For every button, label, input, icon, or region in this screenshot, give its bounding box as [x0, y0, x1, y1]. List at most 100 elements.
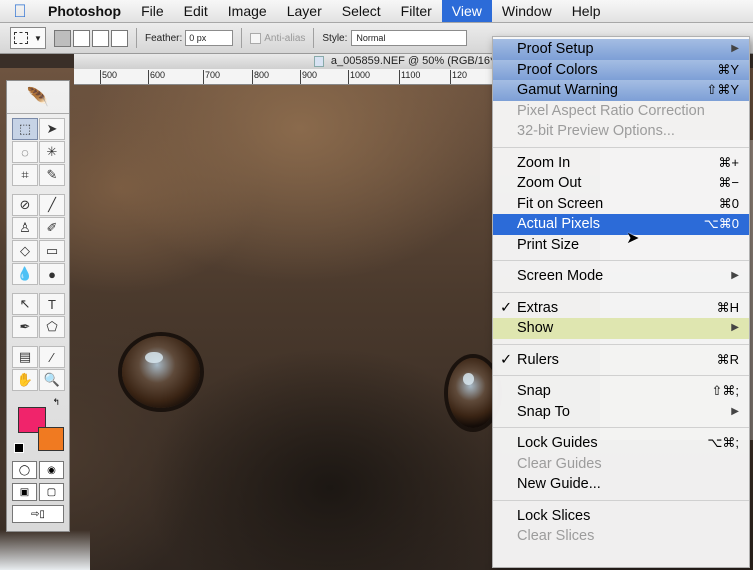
- healing-brush-tool-icon[interactable]: ⊘: [12, 194, 38, 216]
- move-tool-icon[interactable]: ➤: [39, 118, 65, 140]
- apple-menu-icon[interactable]: : [0, 0, 40, 22]
- menu-filter[interactable]: Filter: [391, 0, 442, 22]
- add-selection-button[interactable]: [73, 29, 90, 47]
- menu-view[interactable]: View: [441, 0, 492, 22]
- crop-tool-icon[interactable]: ⌗: [12, 164, 38, 186]
- menu-item-zoom-out[interactable]: Zoom Out ⌘−: [493, 173, 749, 194]
- clone-stamp-tool-icon[interactable]: ♙: [12, 217, 38, 239]
- antialias-label: Anti-alias: [264, 32, 306, 44]
- intersect-selection-button[interactable]: [111, 29, 128, 47]
- hand-tool-icon[interactable]: ✋: [12, 369, 38, 391]
- jump-to-imageready-icon[interactable]: ⇨▯: [12, 505, 64, 523]
- default-colors-icon[interactable]: [14, 443, 24, 453]
- menu-item-extras[interactable]: ✓ Extras ⌘H: [493, 298, 749, 319]
- menu-file[interactable]: File: [131, 0, 174, 22]
- feather-input[interactable]: 0 px: [185, 30, 234, 46]
- color-swatches: ↰: [12, 397, 64, 453]
- menu-item-clear-guides: Clear Guides: [493, 454, 749, 475]
- eyedropper-tool-icon[interactable]: ⁄: [39, 346, 65, 368]
- submenu-arrow-icon: ▶: [731, 405, 739, 417]
- menu-item-shortcut: ⌘+: [718, 154, 739, 170]
- menu-item-lock-guides[interactable]: Lock Guides ⌥⌘;: [493, 433, 749, 454]
- notes-tool-icon[interactable]: ▤: [12, 346, 38, 368]
- menu-separator: [493, 146, 749, 148]
- quick-mask-mode-icon[interactable]: ◉: [39, 461, 64, 479]
- menu-item-snap-to[interactable]: Snap To ▶: [493, 402, 749, 423]
- tool-preset-picker[interactable]: ▼: [10, 27, 46, 49]
- menu-item-shortcut: ⌘−: [718, 175, 739, 190]
- menu-item-label: Clear Guides: [517, 455, 602, 472]
- divider: [313, 28, 315, 48]
- brush-tool-icon[interactable]: ╱: [39, 194, 65, 216]
- magic-wand-tool-icon[interactable]: ✳: [39, 141, 65, 163]
- checkmark-icon: ✓: [500, 299, 513, 316]
- menu-select[interactable]: Select: [332, 0, 391, 22]
- style-select[interactable]: Normal: [351, 30, 468, 46]
- ruler-tick: 900: [299, 70, 318, 84]
- menu-window[interactable]: Window: [492, 0, 562, 22]
- menu-item-shortcut: ⇧⌘Y: [706, 82, 739, 97]
- blur-tool-icon[interactable]: 💧: [12, 263, 38, 285]
- path-selection-tool-icon[interactable]: ↖: [12, 293, 38, 315]
- menu-item-label: Lock Guides: [517, 435, 598, 451]
- menu-separator: [493, 260, 749, 261]
- menu-layer[interactable]: Layer: [277, 0, 332, 22]
- new-selection-button[interactable]: [54, 29, 71, 47]
- standard-mode-icon[interactable]: ◯: [12, 461, 37, 479]
- gradient-tool-icon[interactable]: ▭: [39, 240, 65, 262]
- eraser-tool-icon[interactable]: ◇: [12, 240, 38, 262]
- submenu-arrow-icon: ▶: [731, 270, 739, 281]
- menu-item-snap[interactable]: Snap ⇧⌘;: [493, 381, 749, 402]
- menu-item-label: Proof Setup: [517, 41, 594, 57]
- slice-tool-icon[interactable]: ✎: [39, 164, 65, 186]
- menu-item-gamut-warning[interactable]: Gamut Warning ⇧⌘Y: [493, 80, 749, 101]
- type-tool-icon[interactable]: T: [39, 293, 65, 315]
- menu-image[interactable]: Image: [218, 0, 277, 22]
- menu-item-label: Print Size: [517, 236, 580, 253]
- antialias-checkbox[interactable]: [250, 32, 262, 44]
- menu-separator: [493, 427, 749, 428]
- edit-mode-group: ◯ ◉: [7, 459, 69, 481]
- pen-tool-icon[interactable]: ✒: [12, 316, 38, 338]
- menu-item-show[interactable]: Show ▶: [493, 318, 749, 339]
- menu-item-actual-pixels[interactable]: Actual Pixels ⌥⌘0: [493, 214, 749, 235]
- menu-item-lock-slices[interactable]: Lock Slices: [493, 506, 749, 527]
- history-brush-tool-icon[interactable]: ✐: [39, 217, 65, 239]
- menu-item-proof-colors[interactable]: Proof Colors ⌘Y: [493, 59, 749, 80]
- menu-item-rulers[interactable]: ✓ Rulers ⌘R: [493, 350, 749, 371]
- menu-item-fit-on-screen[interactable]: Fit on Screen ⌘0: [493, 194, 749, 215]
- menu-item-proof-setup[interactable]: Proof Setup ▶: [493, 39, 749, 60]
- menu-item-shortcut: ⇧⌘;: [711, 383, 739, 398]
- document-title-bar[interactable]: a_005859.NEF @ 50% (RGB/16*): [74, 54, 504, 69]
- menu-item-zoom-in[interactable]: Zoom In ⌘+: [493, 153, 749, 174]
- menu-item-label: Lock Slices: [517, 507, 591, 524]
- ruler-tick: 120: [449, 70, 468, 84]
- snow-patch: [0, 530, 90, 570]
- menu-separator: [493, 499, 749, 501]
- swap-colors-icon[interactable]: ↰: [52, 397, 60, 408]
- menu-edit[interactable]: Edit: [174, 0, 218, 22]
- ruler-tick: 800: [251, 70, 270, 84]
- feather-logo-icon[interactable]: 🪶: [7, 81, 69, 114]
- selection-mode-group: [54, 29, 128, 47]
- screen-mode-group: ▣ ▢: [7, 481, 69, 503]
- background-color-swatch[interactable]: [38, 427, 64, 451]
- standard-screen-mode-icon[interactable]: ▣: [12, 483, 37, 501]
- menu-item-screen-mode[interactable]: Screen Mode ▶: [493, 266, 749, 287]
- shape-tool-icon[interactable]: ⬠: [39, 316, 65, 338]
- dog-left-eye: [122, 336, 200, 408]
- zoom-tool-icon[interactable]: 🔍: [39, 369, 65, 391]
- lasso-tool-icon[interactable]: ◌: [12, 141, 38, 163]
- dodge-tool-icon[interactable]: ●: [39, 263, 65, 285]
- document-title: a_005859.NEF @ 50% (RGB/16*): [330, 55, 498, 67]
- horizontal-ruler[interactable]: 500 600 700 800 900 1000 1100 120: [74, 69, 504, 85]
- menu-item-label: 32-bit Preview Options...: [517, 123, 675, 139]
- subtract-selection-button[interactable]: [92, 29, 109, 47]
- menu-app-name[interactable]: Photoshop: [40, 0, 131, 22]
- checkmark-icon: ✓: [500, 351, 513, 368]
- rect-marquee-tool-icon[interactable]: ⬚: [12, 118, 38, 140]
- menu-item-print-size[interactable]: Print Size: [493, 235, 749, 256]
- full-screen-menu-mode-icon[interactable]: ▢: [39, 483, 64, 501]
- menu-help[interactable]: Help: [562, 0, 611, 22]
- menu-item-new-guide[interactable]: New Guide...: [493, 474, 749, 495]
